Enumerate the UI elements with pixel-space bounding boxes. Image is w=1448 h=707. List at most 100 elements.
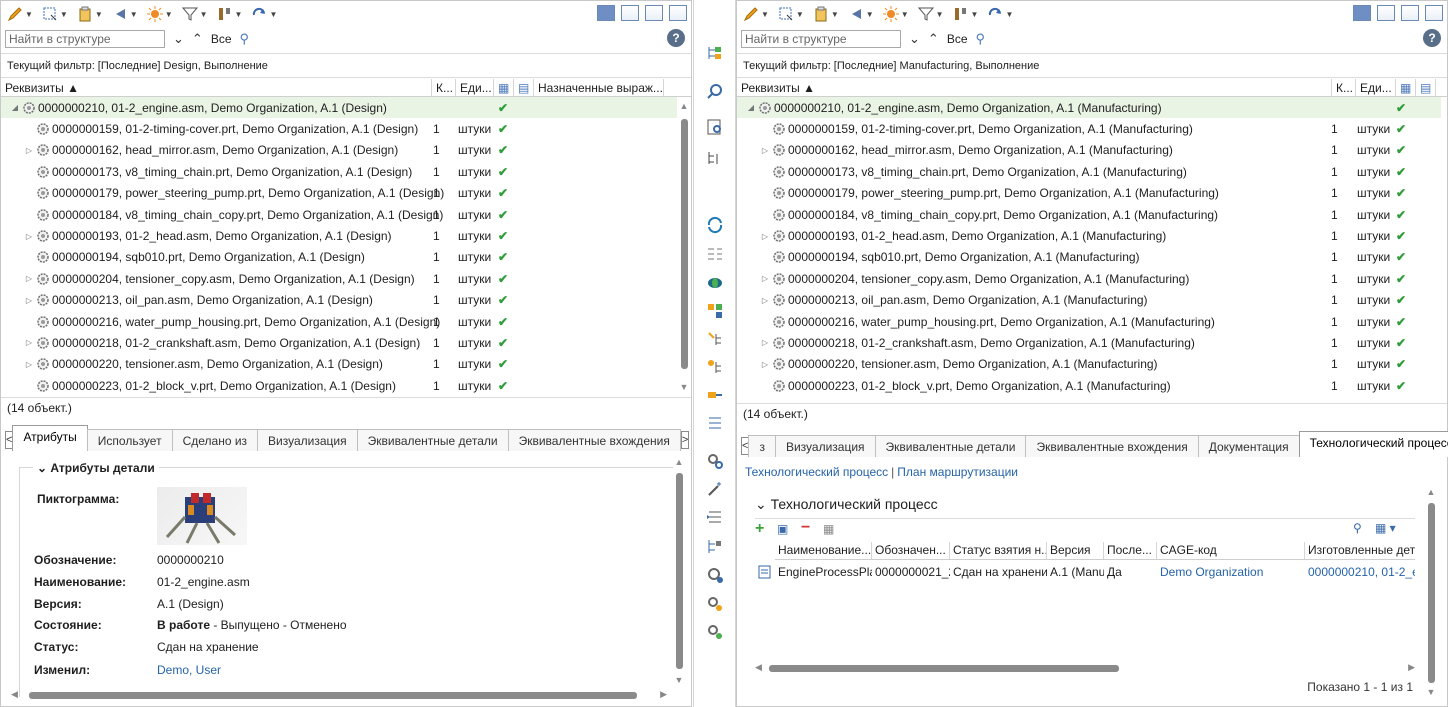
edit-grid-icon[interactable]: ▦ bbox=[823, 522, 834, 536]
scroll-left-icon[interactable]: ◀ bbox=[755, 662, 762, 673]
tree-row[interactable]: ▷ 0000000204, tensioner_copy.asm, Demo Or… bbox=[1, 268, 677, 289]
chevron-up-icon[interactable]: ⌃ bbox=[192, 31, 203, 47]
process-table-row[interactable]: EngineProcessPlar 0000000021_2 Сдан на х… bbox=[755, 562, 1415, 582]
filter-button[interactable]: ▼ bbox=[917, 4, 944, 24]
add-icon[interactable]: + bbox=[755, 520, 764, 538]
edit-tool-button[interactable]: ▼ bbox=[7, 4, 33, 24]
scroll-right-icon[interactable]: ▶ bbox=[660, 689, 667, 700]
process-cage-link[interactable]: Demo Organization bbox=[1157, 562, 1305, 582]
expand-toggle-icon[interactable]: ▷ bbox=[759, 146, 771, 155]
process-produced-link[interactable]: 0000000210, 01-2_e bbox=[1305, 562, 1415, 582]
scroll-thumb[interactable] bbox=[29, 692, 637, 699]
expand-toggle-icon[interactable]: ▷ bbox=[23, 360, 35, 369]
structure-tools-button[interactable]: ▼ bbox=[953, 4, 978, 24]
tree-root-row[interactable]: ◢ 0000000210, 01-2_engine.asm, Demo Organ… bbox=[1, 97, 677, 119]
process-hscroll[interactable]: ◀ ▶ bbox=[755, 662, 1415, 674]
attributes-hscroll[interactable]: ◀ ▶ bbox=[9, 689, 669, 701]
col-unit[interactable]: Еди... bbox=[456, 79, 494, 96]
expand-toggle-icon[interactable]: ▷ bbox=[23, 146, 35, 155]
search-input[interactable] bbox=[741, 30, 901, 48]
routing-plan-link[interactable]: План маршрутизации bbox=[897, 465, 1018, 479]
search-options-icon[interactable]: ⚲ bbox=[240, 31, 250, 47]
clipboard-button[interactable]: ▼ bbox=[77, 4, 103, 24]
tab-left-3[interactable]: Визуализация bbox=[257, 429, 358, 451]
tree-insert-icon[interactable] bbox=[706, 538, 724, 556]
structure-compare-icon[interactable] bbox=[706, 44, 724, 62]
help-icon[interactable]: ? bbox=[667, 29, 685, 47]
tree-row[interactable]: 0000000173, v8_timing_chain.prt, Demo Or… bbox=[1, 161, 677, 182]
search-input[interactable] bbox=[5, 30, 165, 48]
layout-quad-icon[interactable] bbox=[1425, 5, 1443, 21]
expand-toggle-icon[interactable]: ▷ bbox=[759, 360, 771, 369]
col-process-number[interactable]: Обозначен... bbox=[872, 542, 950, 559]
col-process-cage[interactable]: CAGE-код bbox=[1157, 542, 1305, 559]
chevron-up-icon[interactable]: ⌃ bbox=[928, 31, 939, 47]
scroll-thumb[interactable] bbox=[1428, 503, 1435, 683]
list-compare-icon[interactable] bbox=[706, 414, 724, 432]
layout-quad-icon[interactable] bbox=[669, 5, 687, 21]
part-settings-icon[interactable] bbox=[706, 566, 724, 584]
refresh-button[interactable]: ▼ bbox=[251, 4, 277, 24]
col-unit[interactable]: Еди... bbox=[1356, 79, 1396, 96]
tree-row[interactable]: ▷ 0000000220, tensioner.asm, Demo Organiz… bbox=[1, 354, 677, 375]
col-icon-b[interactable]: ▤ bbox=[1416, 79, 1436, 96]
tree-row[interactable]: 0000000159, 01-2-timing-cover.prt, Demo … bbox=[1, 118, 677, 139]
tree-row[interactable]: 0000000216, water_pump_housing.prt, Demo… bbox=[737, 311, 1441, 332]
process-section-title[interactable]: ⌄ Технологический процесс bbox=[755, 496, 938, 513]
col-qty[interactable]: К... bbox=[1332, 79, 1356, 96]
chevron-down-icon[interactable]: ⌄ bbox=[173, 31, 184, 47]
tab-right-4[interactable]: Документация bbox=[1197, 435, 1300, 457]
scroll-down-icon[interactable]: ▼ bbox=[673, 675, 685, 685]
tab-left-1[interactable]: Использует bbox=[86, 429, 173, 451]
clipboard-button[interactable]: ▼ bbox=[813, 4, 839, 24]
col-icon-a[interactable]: ▦ bbox=[494, 79, 514, 96]
tab-left-5[interactable]: Эквивалентные вхождения bbox=[507, 429, 681, 451]
transform-icon[interactable] bbox=[706, 386, 724, 404]
expand-toggle-icon[interactable]: ▷ bbox=[23, 338, 35, 347]
col-attributes[interactable]: Реквизиты ▲ bbox=[1, 79, 432, 96]
tree-row[interactable]: ▷ 0000000193, 01-2_head.asm, Demo Organiz… bbox=[737, 225, 1441, 246]
search-options-icon[interactable]: ⚲ bbox=[976, 31, 986, 47]
col-attributes[interactable]: Реквизиты ▲ bbox=[737, 79, 1332, 96]
col-icon-b[interactable]: ▤ bbox=[514, 79, 534, 96]
tab-right-0[interactable]: з bbox=[748, 435, 776, 457]
tree-row[interactable]: 0000000194, sqb010.prt, Demo Organizatio… bbox=[737, 247, 1441, 268]
tree-row[interactable]: 0000000223, 01-2_block_v.prt, Demo Organ… bbox=[1, 375, 677, 396]
layout-columns-icon[interactable] bbox=[621, 5, 639, 21]
col-process-name[interactable]: Наименование... bbox=[775, 542, 872, 559]
tabs-scroll-right-icon[interactable]: > bbox=[680, 431, 690, 449]
col-qty[interactable]: К... bbox=[432, 79, 456, 96]
col-process-version[interactable]: Версия bbox=[1047, 542, 1104, 559]
tree-row[interactable]: 0000000159, 01-2-timing-cover.prt, Demo … bbox=[737, 118, 1441, 139]
assign-parts-icon[interactable] bbox=[706, 302, 724, 320]
magic-wand-icon[interactable] bbox=[706, 480, 724, 498]
edit-tool-button[interactable]: ▼ bbox=[743, 4, 769, 24]
layout-rows-icon[interactable] bbox=[1401, 5, 1419, 21]
attributes-vscroll[interactable]: ▲ ▼ bbox=[673, 457, 685, 685]
chevron-down-icon[interactable]: ⌄ bbox=[909, 31, 920, 47]
expand-toggle-icon[interactable]: ▷ bbox=[759, 338, 771, 347]
tree-row[interactable]: ▷ 0000000213, oil_pan.asm, Demo Organizat… bbox=[1, 290, 677, 311]
tab-right-3[interactable]: Эквивалентные вхождения bbox=[1025, 435, 1199, 457]
search-scope[interactable]: Все bbox=[211, 32, 232, 46]
find-icon[interactable]: ⚲ bbox=[1353, 521, 1362, 535]
search-scope[interactable]: Все bbox=[947, 32, 968, 46]
tree-row[interactable]: 0000000173, v8_timing_chain.prt, Demo Or… bbox=[737, 161, 1441, 182]
attributes-section-title[interactable]: ⌄ Атрибуты детали bbox=[33, 461, 159, 475]
scroll-down-icon[interactable]: ▼ bbox=[1425, 687, 1437, 697]
navigate-button[interactable]: ▼ bbox=[112, 4, 138, 24]
tab-right-5[interactable]: Технологический процесс bbox=[1298, 431, 1448, 457]
effectivity-button[interactable]: ▼ bbox=[882, 4, 909, 24]
navigate-button[interactable]: ▼ bbox=[848, 4, 874, 24]
copy-to-structure-icon[interactable] bbox=[706, 330, 724, 348]
toggle-equivalence-icon[interactable] bbox=[706, 274, 724, 292]
expand-toggle-icon[interactable]: ▷ bbox=[23, 296, 35, 305]
scroll-thumb[interactable] bbox=[769, 665, 1119, 672]
col-process-latest[interactable]: После... bbox=[1104, 542, 1157, 559]
part-link-icon[interactable] bbox=[706, 595, 724, 613]
tree-row[interactable]: ▷ 0000000204, tensioner_copy.asm, Demo Or… bbox=[737, 268, 1441, 289]
tree-row[interactable]: 0000000184, v8_timing_chain_copy.prt, De… bbox=[1, 204, 677, 225]
tree-row[interactable]: ▷ 0000000193, 01-2_head.asm, Demo Organiz… bbox=[1, 225, 677, 246]
layout-grid-icon[interactable] bbox=[597, 5, 615, 21]
expand-toggle-icon[interactable]: ▷ bbox=[759, 296, 771, 305]
